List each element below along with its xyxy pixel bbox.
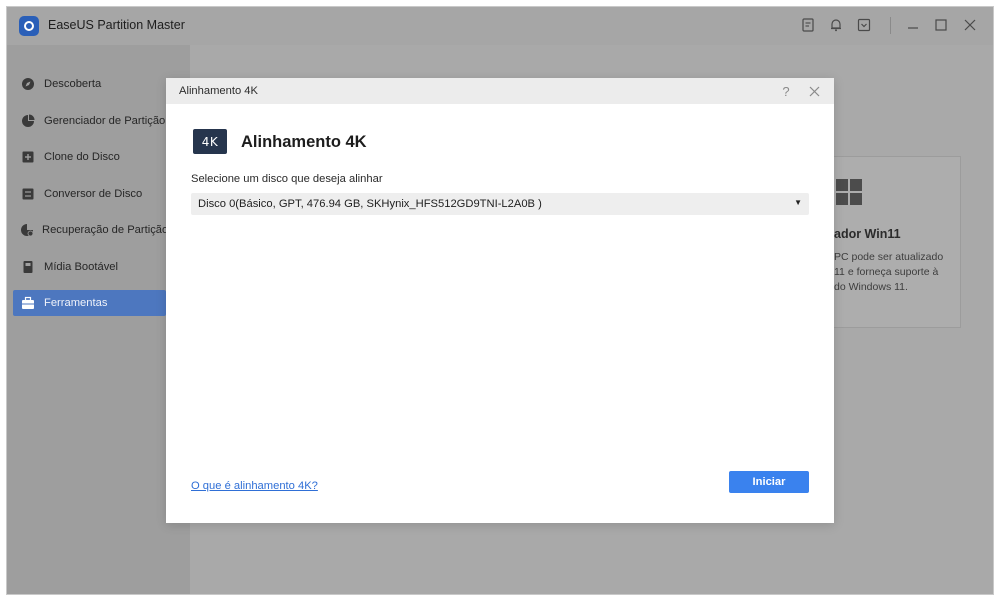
compass-icon (20, 76, 36, 92)
caret-down-icon: ▼ (794, 198, 802, 207)
sidebar-item-gerenciador-de-particao[interactable]: Gerenciador de Partição (13, 108, 166, 134)
start-button[interactable]: Iniciar (729, 471, 809, 493)
maximize-icon[interactable] (933, 17, 949, 33)
sidebar-item-clone-do-disco[interactable]: Clone do Disco (13, 144, 166, 170)
menu-dropdown-icon[interactable] (856, 17, 872, 33)
windows-logo-icon (836, 179, 862, 205)
close-window-icon[interactable] (962, 17, 978, 33)
sidebar-item-label: Clone do Disco (44, 151, 120, 163)
sidebar-item-label: Ferramentas (44, 297, 108, 309)
dialog-title: Alinhamento 4K (179, 85, 258, 97)
close-dialog-icon[interactable] (806, 83, 822, 99)
sidebar-item-label: Gerenciador de Partição (44, 115, 166, 127)
sidebar-item-label: Recuperação de Partição (42, 224, 169, 236)
what-is-4k-alignment-link[interactable]: O que é alinhamento 4K? (191, 480, 318, 492)
dialog-header: Alinhamento 4K ? (166, 78, 834, 104)
convert-icon (20, 186, 36, 202)
card-description-line: PC pode ser atualizado (834, 251, 944, 263)
clone-icon (20, 149, 36, 165)
disk-select-label: Selecione um disco que deseja alinhar (191, 173, 383, 185)
alignment-4k-dialog: Alinhamento 4K ? 4K Alinhamento 4K Selec… (166, 78, 834, 523)
app-title: EaseUS Partition Master (48, 18, 185, 32)
recovery-icon (20, 222, 34, 238)
4k-alignment-icon: 4K (193, 129, 227, 154)
sidebar-item-recuperacao-de-particao[interactable]: Recuperação de Partição (13, 217, 169, 243)
feedback-icon[interactable] (800, 17, 816, 33)
disk-select[interactable]: Disco 0(Básico, GPT, 476.94 GB, SKHynix_… (191, 193, 809, 215)
app-logo-icon (19, 16, 39, 36)
title-bar-divider (890, 17, 891, 34)
sidebar-item-label: Descoberta (44, 78, 102, 90)
sidebar: Descoberta Gerenciador de Partição Clone… (7, 45, 190, 594)
help-icon[interactable]: ? (778, 83, 794, 99)
disk-select-value: Disco 0(Básico, GPT, 476.94 GB, SKHynix_… (198, 198, 542, 210)
sidebar-item-descoberta[interactable]: Descoberta (13, 71, 166, 97)
dialog-heading: Alinhamento 4K (241, 133, 367, 151)
title-bar: EaseUS Partition Master (7, 7, 993, 45)
minimize-icon[interactable] (905, 17, 921, 33)
toolbox-icon (20, 295, 36, 311)
card-description-line: do Windows 11. (834, 281, 908, 293)
sidebar-item-label: Mídia Bootável (44, 261, 119, 273)
sidebar-item-conversor-de-disco[interactable]: Conversor de Disco (13, 181, 166, 207)
win11-tool-card[interactable]: ador Win11 PC pode ser atualizado 11 e f… (830, 156, 961, 328)
card-description-line: 11 e forneça suporte à (834, 266, 939, 278)
sidebar-item-midia-bootavel[interactable]: Mídia Bootável (13, 254, 166, 280)
card-title: ador Win11 (834, 227, 901, 241)
sidebar-item-ferramentas[interactable]: Ferramentas (13, 290, 166, 316)
sidebar-item-label: Conversor de Disco (44, 188, 143, 200)
media-icon (20, 259, 36, 275)
pie-chart-icon (20, 113, 36, 129)
bell-icon[interactable] (828, 17, 844, 33)
